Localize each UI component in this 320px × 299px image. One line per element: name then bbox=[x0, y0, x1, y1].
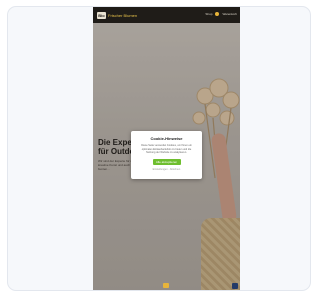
accept-cookies-button[interactable]: Alle akzeptieren bbox=[152, 158, 181, 165]
site-logo[interactable]: Bio Frischer Blumen bbox=[97, 11, 137, 19]
dialog-text: Diese Seite verwendet Cookies, um Ihnen … bbox=[141, 144, 192, 154]
chat-icon[interactable] bbox=[232, 283, 238, 289]
dialog-secondary-links[interactable]: Einstellungen · Ablehnen bbox=[131, 168, 202, 171]
nav-link-shop[interactable]: Shop bbox=[205, 12, 212, 16]
scroll-down-icon[interactable] bbox=[163, 283, 169, 288]
mobile-page-preview: Bio Frischer Blumen Shop Warenkorb Die E… bbox=[93, 7, 240, 290]
cookie-consent-dialog: Cookie-Hinweise Diese Seite verwendet Co… bbox=[131, 131, 202, 179]
header-nav: Shop Warenkorb bbox=[205, 12, 237, 16]
nav-link-cart[interactable]: Warenkorb bbox=[222, 12, 237, 16]
preview-frame: Bio Frischer Blumen Shop Warenkorb Die E… bbox=[7, 6, 311, 291]
site-header: Bio Frischer Blumen Shop Warenkorb bbox=[93, 7, 240, 23]
logo-mark: Bio bbox=[97, 11, 106, 19]
cart-icon[interactable] bbox=[215, 12, 220, 16]
dialog-title: Cookie-Hinweise bbox=[150, 136, 183, 141]
logo-text: Frischer Blumen bbox=[108, 12, 138, 18]
